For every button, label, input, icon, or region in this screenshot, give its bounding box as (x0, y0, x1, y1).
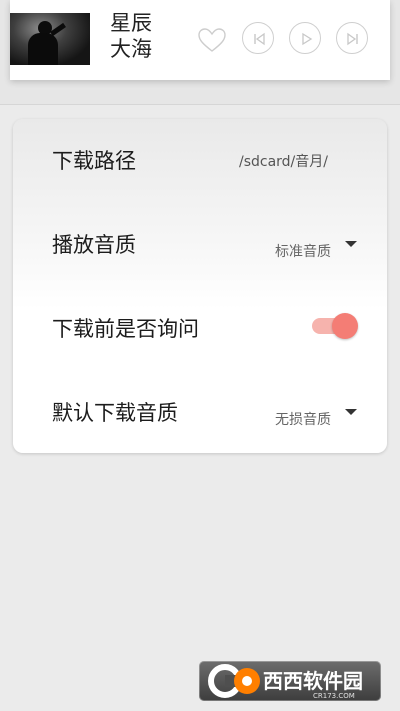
setting-label: 下载路径 (52, 149, 136, 173)
song-title: 星辰 大海 (110, 10, 190, 62)
svg-text:西西软件园: 西西软件园 (263, 669, 363, 693)
setting-label: 默认下载音质 (52, 401, 178, 425)
album-cover[interactable] (10, 13, 90, 65)
song-title-line-1: 星辰 (110, 11, 152, 35)
heart-icon[interactable] (196, 26, 228, 54)
watermark-logo: 西西软件园 CR173.COM (199, 661, 381, 701)
setting-row-download-path[interactable]: 下载路径 /sdcard/音月/ (13, 119, 387, 203)
toggle-knob (332, 313, 358, 339)
settings-card: 下载路径 /sdcard/音月/ 播放音质 标准音质 下载前是否询问 默认下载音… (13, 119, 387, 453)
download-quality-value[interactable]: 无损音质 (275, 409, 331, 429)
play-icon[interactable] (289, 22, 321, 54)
cover-figure-body (28, 33, 58, 65)
playback-quality-value[interactable]: 标准音质 (275, 241, 331, 261)
svg-text:CR173.COM: CR173.COM (313, 692, 355, 700)
chevron-down-icon[interactable] (345, 241, 357, 247)
ask-before-download-toggle[interactable] (312, 313, 359, 339)
next-icon[interactable] (336, 22, 368, 54)
mini-player[interactable]: 星辰 大海 (10, 0, 390, 80)
previous-icon[interactable] (242, 22, 274, 54)
cover-figure-arm (50, 22, 66, 37)
song-title-line-2: 大海 (110, 37, 152, 61)
chevron-down-icon[interactable] (345, 409, 357, 415)
download-path-value: /sdcard/音月/ (238, 154, 328, 170)
setting-label: 下载前是否询问 (52, 317, 199, 341)
setting-row-default-download-quality[interactable]: 默认下载音质 无损音质 (13, 371, 387, 455)
setting-row-playback-quality[interactable]: 播放音质 标准音质 (13, 203, 387, 287)
setting-label: 播放音质 (52, 233, 136, 257)
